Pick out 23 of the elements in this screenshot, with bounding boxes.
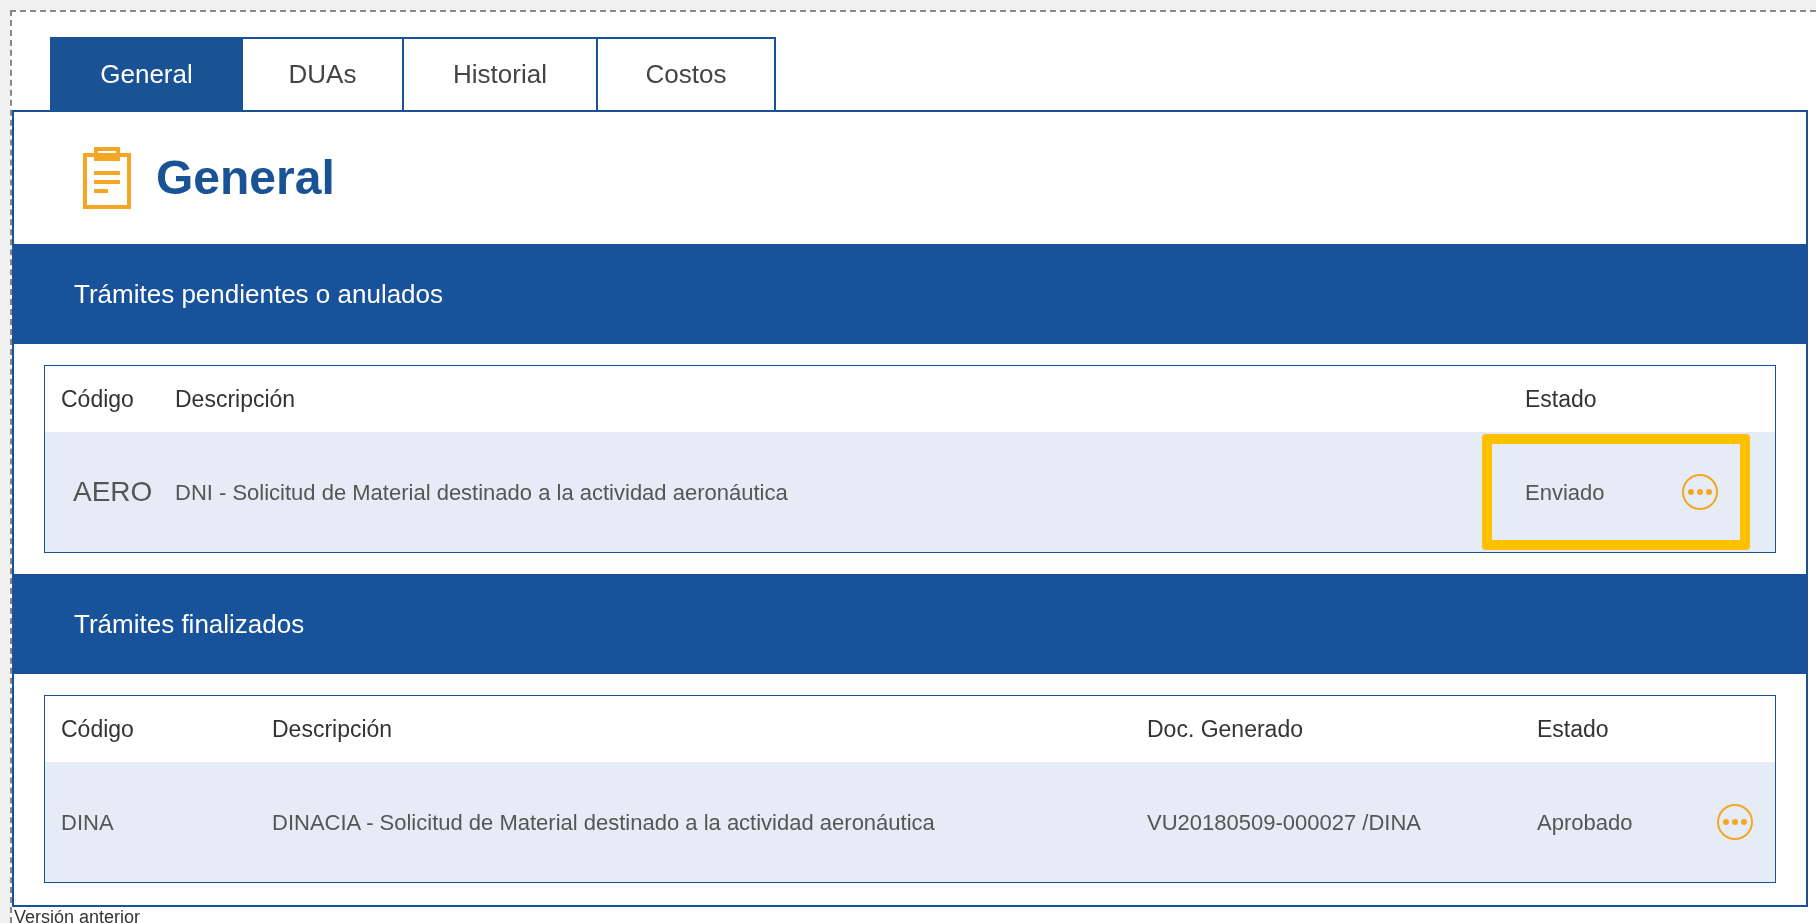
table-cell-text: AERO (72, 475, 154, 509)
tab[interactable]: Costos (596, 37, 776, 110)
column-header: Código (60, 384, 135, 414)
more-options-button[interactable] (1682, 474, 1718, 510)
more-options-button[interactable] (1717, 804, 1753, 840)
section-title: Trámites pendientes o anulados (74, 277, 444, 311)
section-title: Trámites finalizados (74, 607, 305, 641)
clipboard-icon (82, 147, 132, 209)
column-header: Estado (1525, 384, 1598, 414)
column-header: Código (60, 714, 135, 744)
column-header: Descripción (175, 384, 297, 414)
table-cell-text: DINACIA - Solicitud de Material destinado a la actividad aeronáutica (272, 808, 936, 837)
previous-version-link[interactable]: Versión anterior (12, 907, 1816, 923)
tab[interactable]: General (50, 37, 243, 110)
status-text: Enviado (1525, 478, 1605, 507)
page-title: General (156, 150, 335, 206)
column-header: Descripción (272, 714, 394, 744)
column-header: Doc. Generado (1147, 714, 1304, 744)
status-text: Aprobado (1537, 808, 1633, 837)
table-cell-text: VU20180509-000027 /DINA (1147, 808, 1422, 837)
table-cell-text: DINA (60, 808, 115, 837)
table-cell-text: DNI - Solicitud de Material destinado a la actividad aeronáutica (175, 478, 789, 507)
column-header: Estado (1537, 714, 1610, 744)
